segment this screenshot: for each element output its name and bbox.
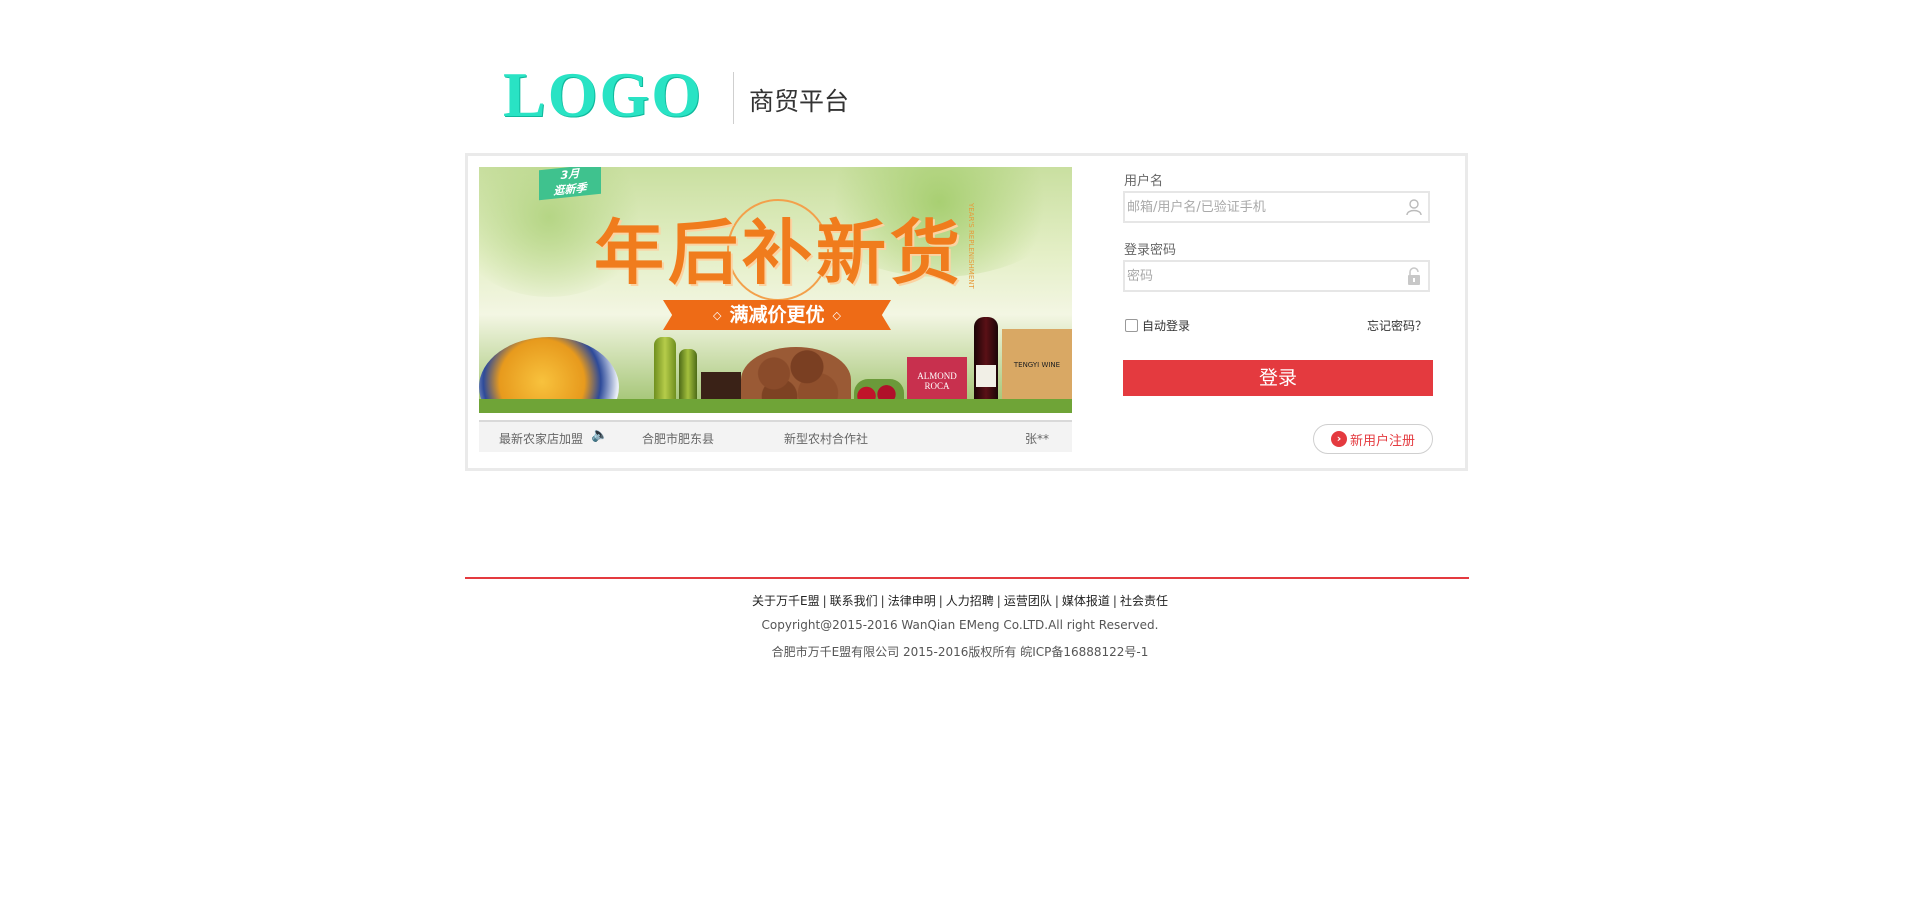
ticker-item[interactable]: 张** bbox=[1025, 430, 1049, 447]
header: LOGO 商贸平台 bbox=[503, 60, 1103, 130]
password-input[interactable] bbox=[1125, 262, 1397, 290]
password-label: 登录密码 bbox=[1124, 243, 1177, 258]
footer-link[interactable]: 法律申明 bbox=[888, 594, 936, 608]
username-label: 用户名 bbox=[1124, 174, 1164, 189]
banner-ground bbox=[479, 399, 1072, 413]
remember-label: 自动登录 bbox=[1142, 319, 1191, 333]
login-button[interactable]: 登录 bbox=[1123, 360, 1433, 396]
footer-link[interactable]: 媒体报道 bbox=[1062, 594, 1110, 608]
separator: | bbox=[1112, 594, 1117, 608]
username-field-wrap bbox=[1123, 191, 1430, 223]
diamond-icon: ◇ bbox=[713, 308, 722, 322]
ribbon-text: 满减价更优 bbox=[729, 304, 825, 326]
platform-title: 商贸平台 bbox=[749, 87, 850, 116]
copyright-text: Copyright@2015-2016 WanQian EMeng Co.LTD… bbox=[761, 618, 1159, 632]
site-logo[interactable]: LOGO bbox=[503, 60, 703, 130]
separator: | bbox=[996, 594, 1001, 608]
lock-icon bbox=[1408, 267, 1420, 285]
footer-links: 关于万千E盟 | 联系我们 | 法律申明 | 人力招聘 | 运营团队 | 媒体报道 | 社会责任 bbox=[0, 592, 1920, 609]
banner-ribbon: ◇ 满减价更优 ◇ bbox=[663, 300, 891, 330]
promo-banner[interactable]: 3月 逛新季 年后补新货 YEAR'S REPLENISHMENT ALMOND… bbox=[479, 167, 1072, 413]
arrow-right-icon: › bbox=[1330, 431, 1347, 447]
ticker-item[interactable]: 新型农村合作社 bbox=[784, 430, 868, 447]
icp-text: 合肥市万千E盟有限公司 2015-2016版权所有 皖ICP备16888122号… bbox=[771, 645, 1149, 659]
ticker-item[interactable]: 最新农家店加盟 bbox=[499, 430, 583, 447]
user-icon bbox=[1406, 199, 1422, 216]
footer-link[interactable]: 运营团队 bbox=[1004, 594, 1052, 608]
banner-heading: 年后补新货 bbox=[594, 212, 964, 294]
speaker-icon: 🔈 bbox=[591, 427, 609, 443]
separator: | bbox=[1054, 594, 1059, 608]
forgot-password-link[interactable]: 忘记密码？ bbox=[1367, 317, 1427, 334]
remember-me[interactable]: 自动登录 bbox=[1125, 317, 1190, 334]
username-input[interactable] bbox=[1125, 193, 1397, 221]
banner-products: ALMOND ROCA TENGYI WINE bbox=[479, 317, 1072, 413]
banner-side-text: YEAR'S REPLENISHMENT bbox=[967, 203, 975, 289]
footer-divider bbox=[465, 577, 1469, 579]
footer-link[interactable]: 人力招聘 bbox=[946, 594, 994, 608]
news-ticker: 最新农家店加盟 🔈 合肥市肥东县 新型农村合作社 张** bbox=[479, 420, 1072, 452]
password-field-wrap bbox=[1123, 260, 1430, 292]
header-divider bbox=[733, 72, 734, 124]
separator: | bbox=[822, 594, 827, 608]
register-label: 新用户注册 bbox=[1349, 433, 1415, 449]
register-button[interactable]: › 新用户注册 bbox=[1313, 424, 1433, 454]
footer-link[interactable]: 社会责任 bbox=[1120, 594, 1168, 608]
remember-checkbox[interactable] bbox=[1125, 319, 1138, 332]
diamond-icon: ◇ bbox=[832, 308, 841, 322]
separator: | bbox=[938, 594, 943, 608]
footer-link[interactable]: 关于万千E盟 bbox=[752, 594, 820, 608]
ticker-item[interactable]: 合肥市肥东县 bbox=[642, 430, 714, 447]
login-form: 用户名 登录密码 自动登录 忘记密码？ 登录 › 新用户注册 bbox=[1121, 156, 1433, 468]
separator: | bbox=[880, 594, 885, 608]
footer-link[interactable]: 联系我们 bbox=[830, 594, 878, 608]
login-panel: 3月 逛新季 年后补新货 YEAR'S REPLENISHMENT ALMOND… bbox=[465, 153, 1468, 471]
